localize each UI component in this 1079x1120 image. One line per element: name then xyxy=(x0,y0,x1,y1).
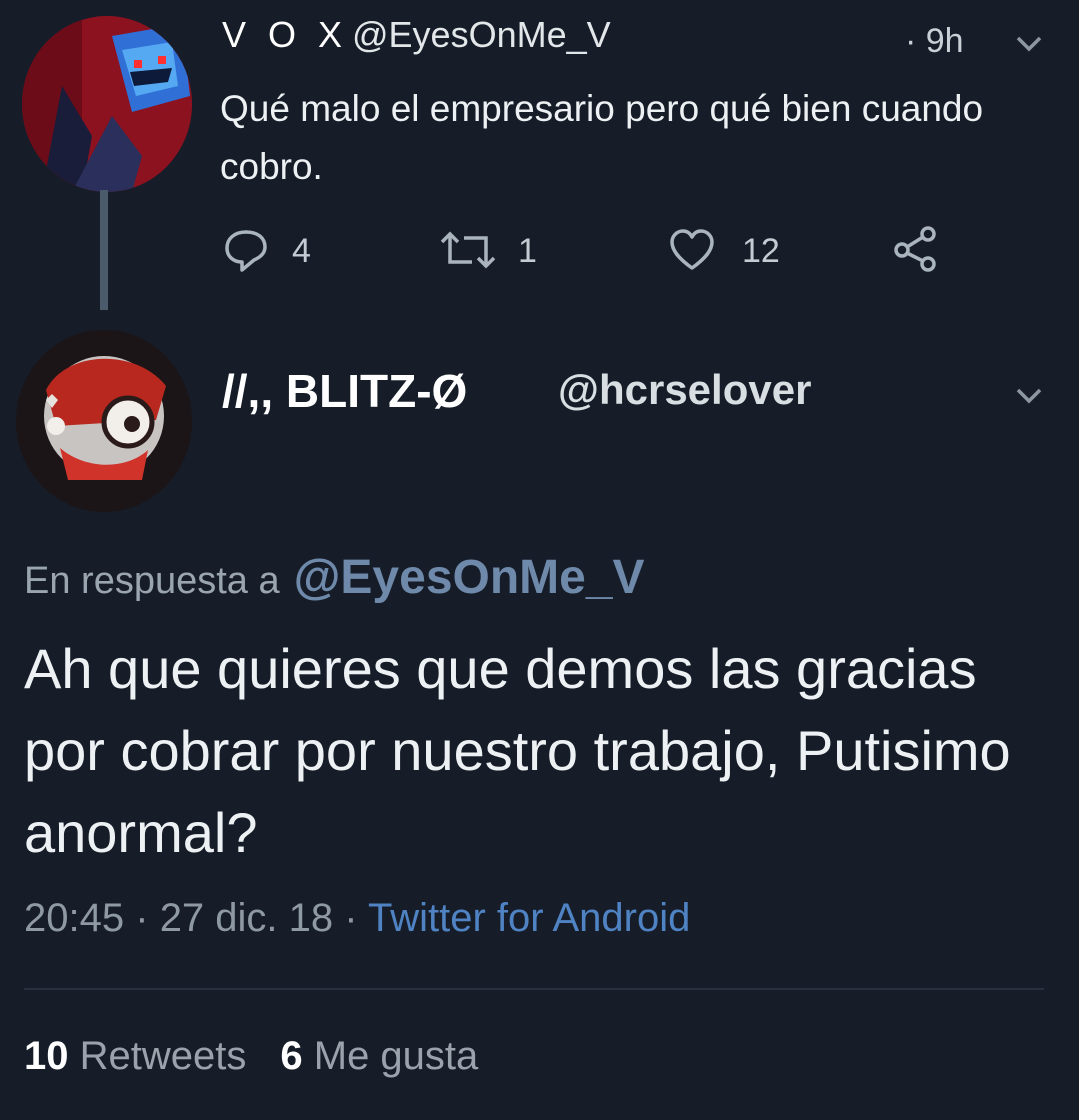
like-total: 6 xyxy=(280,1034,303,1078)
retweets-stat[interactable]: 10 Retweets xyxy=(24,1034,246,1078)
chevron-down-icon[interactable] xyxy=(1014,32,1044,56)
retweet-total: 10 xyxy=(24,1034,69,1078)
tweet-time: 20:45 xyxy=(24,896,125,940)
tweet-stats: 10 Retweets 6 Me gusta xyxy=(24,1034,478,1079)
reply-icon[interactable] xyxy=(222,226,270,274)
meta-separator: · xyxy=(135,896,149,940)
tweet-date: 27 dic. 18 xyxy=(159,896,334,940)
reply-context: En respuesta a @EyesOnMe_V xyxy=(24,550,645,605)
share-icon[interactable] xyxy=(892,224,940,272)
chevron-down-icon[interactable] xyxy=(1014,384,1044,408)
reply-mention-link[interactable]: @EyesOnMe_V xyxy=(294,551,645,604)
tweet-source-link[interactable]: Twitter for Android xyxy=(368,896,690,940)
meta-separator: · xyxy=(344,896,358,940)
retweet-icon[interactable] xyxy=(438,226,498,274)
tweet-time[interactable]: · 9h xyxy=(905,22,964,61)
thread-line xyxy=(100,190,108,310)
avatar-blitz[interactable] xyxy=(16,330,192,512)
retweets-label: Retweets xyxy=(79,1034,247,1078)
tweet-meta: 20:45 · 27 dic. 18 · Twitter for Android xyxy=(24,896,690,941)
likes-label: Me gusta xyxy=(313,1034,479,1078)
author-handle[interactable]: @EyesOnMe_V xyxy=(352,14,611,56)
author-name[interactable]: V O X xyxy=(222,14,348,56)
tweet-text: Qué malo el empresario pero qué bien cua… xyxy=(220,88,984,187)
tweet-text: Ah que quieres que demos las gracias por… xyxy=(24,637,1011,864)
like-count: 12 xyxy=(742,232,780,270)
likes-stat[interactable]: 6 Me gusta xyxy=(280,1034,478,1078)
divider xyxy=(24,988,1044,990)
avatar-vox[interactable] xyxy=(22,16,192,192)
retweet-count: 1 xyxy=(518,232,537,270)
reply-prefix: En respuesta a xyxy=(24,560,280,602)
author-handle[interactable]: @hcrselover xyxy=(558,366,811,414)
reply-count: 4 xyxy=(292,232,311,270)
heart-icon[interactable] xyxy=(668,226,716,274)
author-name[interactable]: //,, BLITZ-Ø xyxy=(222,364,467,418)
